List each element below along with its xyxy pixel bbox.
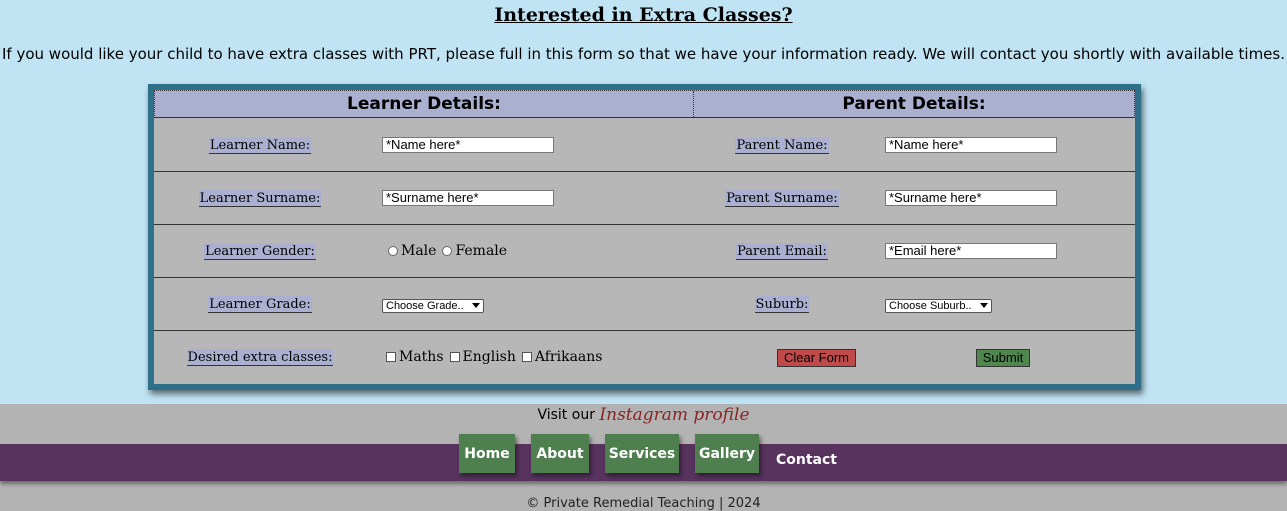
afrikaans-checkbox-label: Afrikaans [534,349,603,365]
form-table: Learner Details: Parent Details: Learner… [154,90,1135,384]
parent-surname-label-text: Parent Surname: [725,189,839,207]
suburb-label: Suburb: [674,278,890,330]
nav-services[interactable]: Services [605,434,679,473]
instagram-link[interactable]: Instagram profile [599,405,749,425]
learner-surname-label-text: Learner Surname: [198,189,322,207]
desired-classes-label-text: Desired extra classes: [186,348,334,366]
suburb-select-value: Choose Suburb.. [889,300,972,312]
intro-text: If you would like your child to have ext… [2,45,1285,63]
form-row-grade-suburb: Learner Grade: Choose Grade.. Suburb: Ch… [154,278,1135,331]
male-radio-label: Male [401,243,437,259]
nav-about[interactable]: About [531,434,589,473]
clear-form-button[interactable]: Clear Form [777,349,856,367]
form-row-classes-actions: Desired extra classes: Maths English Afr… [154,331,1135,384]
female-radio[interactable] [442,246,453,256]
afrikaans-checkbox[interactable] [521,352,532,362]
nav-contact[interactable]: Contact [776,452,837,468]
learner-details-heading: Learner Details: [347,94,501,114]
suburb-label-text: Suburb: [754,295,810,313]
form-row-surname: Learner Surname: *Surname here* Parent S… [154,172,1135,225]
learner-name-label-text: Learner Name: [208,136,312,154]
maths-checkbox[interactable] [386,352,396,362]
maths-checkbox-label: Maths [399,349,444,365]
english-checkbox-label: English [462,349,516,365]
form-row-name: Learner Name: *Name here* Parent Name: *… [154,119,1135,172]
gender-option-male[interactable]: Male [388,243,436,259]
grade-select-value: Choose Grade.. [386,300,464,312]
parent-name-input[interactable]: *Name here* [885,137,1057,153]
submit-button[interactable]: Submit [976,349,1030,367]
learner-surname-label: Learner Surname: [154,172,366,224]
female-radio-label: Female [455,243,508,259]
form-header-row: Learner Details: Parent Details: [154,90,1135,118]
parent-name-label: Parent Name: [674,119,890,171]
learner-gender-label: Learner Gender: [154,225,366,277]
english-checkbox[interactable] [449,352,460,362]
suburb-select[interactable]: Choose Suburb.. [885,299,992,313]
chevron-down-icon [472,303,480,308]
class-option-english[interactable]: English [449,349,516,365]
parent-surname-label: Parent Surname: [674,172,890,224]
instagram-line: Visit our Instagram profile [0,405,1287,425]
parent-name-label-text: Parent Name: [735,136,829,154]
male-radio[interactable] [388,246,398,256]
extra-classes-form: Learner Details: Parent Details: Learner… [148,84,1141,390]
grade-select[interactable]: Choose Grade.. [382,299,484,313]
parent-email-label-text: Parent Email: [736,242,828,260]
learner-surname-input[interactable]: *Surname here* [382,190,554,206]
learner-name-label: Learner Name: [154,119,366,171]
class-option-maths[interactable]: Maths [386,349,444,365]
chevron-down-icon [980,303,988,308]
classes-checkbox-group: Maths English Afrikaans [386,331,608,383]
visit-text: Visit our [537,407,595,423]
form-row-gender-email: Learner Gender: Male Female Parent Email… [154,225,1135,278]
parent-email-label: Parent Email: [674,225,890,277]
parent-surname-input[interactable]: *Surname here* [885,190,1057,206]
nav-gallery[interactable]: Gallery [695,434,759,473]
desired-classes-label: Desired extra classes: [154,331,366,383]
gender-radio-group: Male Female [388,225,513,277]
parent-details-heading: Parent Details: [842,94,986,114]
parent-email-input[interactable]: *Email here* [885,243,1057,259]
copyright: © Private Remedial Teaching | 2024 [526,496,761,511]
class-option-afrikaans[interactable]: Afrikaans [521,349,603,365]
learner-name-input[interactable]: *Name here* [382,137,554,153]
gender-option-female[interactable]: Female [442,243,507,259]
learner-grade-label-text: Learner Grade: [208,295,312,313]
learner-gender-label-text: Learner Gender: [204,242,316,260]
page-title: Interested in Extra Classes? [494,4,793,26]
learner-grade-label: Learner Grade: [154,278,366,330]
nav-home[interactable]: Home [459,434,515,473]
